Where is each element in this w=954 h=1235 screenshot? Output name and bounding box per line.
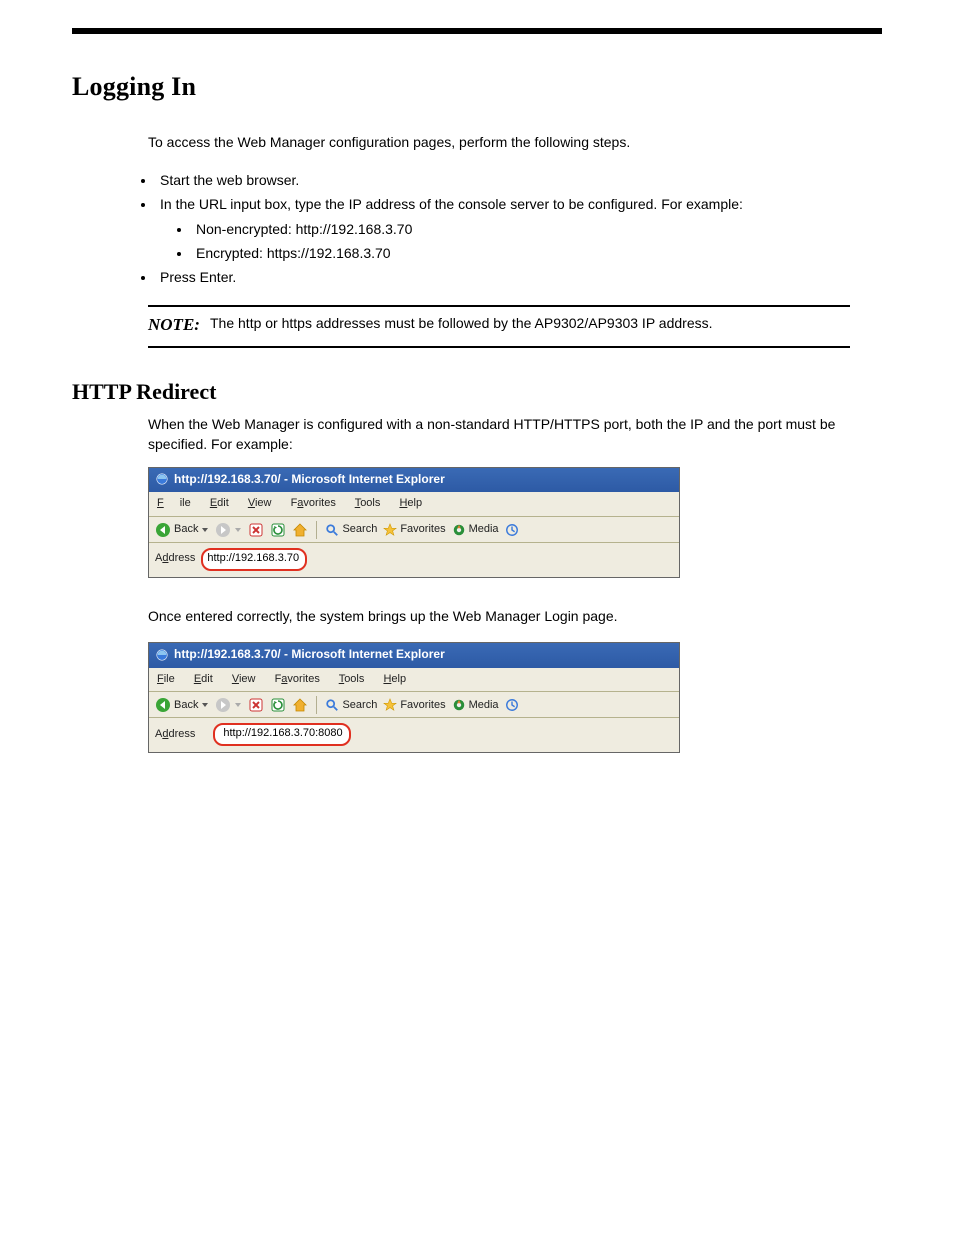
forward-button[interactable] bbox=[215, 522, 242, 538]
menu-favorites[interactable]: Favorites bbox=[291, 497, 336, 509]
favorites-button[interactable]: Favorites bbox=[383, 698, 445, 714]
browser-screenshot-2: http://192.168.3.70/ - Microsoft Interne… bbox=[148, 642, 680, 753]
search-label: Search bbox=[342, 698, 377, 714]
toolbar-separator bbox=[316, 696, 317, 714]
back-label: Back bbox=[174, 522, 198, 538]
section-paragraph-2: Once entered correctly, the system bring… bbox=[72, 606, 882, 626]
address-label: Address bbox=[155, 727, 195, 743]
menu-bar: File Edit View Favorites Tools Help bbox=[149, 492, 679, 517]
search-label: Search bbox=[342, 522, 377, 538]
list-item-text: In the URL input box, type the IP addres… bbox=[160, 196, 743, 212]
menu-edit[interactable]: Edit bbox=[210, 497, 229, 509]
browser-screenshot-1: http://192.168.3.70/ - Microsoft Interne… bbox=[148, 467, 680, 578]
address-bar: Address http://192.168.3.70:8080 bbox=[149, 718, 679, 752]
stop-button[interactable] bbox=[248, 522, 264, 538]
address-url[interactable]: http://192.168.3.70 bbox=[207, 551, 299, 567]
menu-favorites[interactable]: Favorites bbox=[275, 673, 320, 685]
window-title-text: http://192.168.3.70/ - Microsoft Interne… bbox=[174, 646, 445, 663]
menu-edit[interactable]: Edit bbox=[194, 673, 213, 685]
horizontal-rule bbox=[72, 28, 882, 34]
note-block: NOTE: The http or https addresses must b… bbox=[148, 305, 850, 348]
history-button[interactable] bbox=[505, 698, 519, 712]
note-label: NOTE: bbox=[148, 306, 210, 347]
list-item: In the URL input box, type the IP addres… bbox=[156, 194, 882, 263]
note-text: The http or https addresses must be foll… bbox=[210, 306, 850, 347]
section-paragraph: When the Web Manager is configured with … bbox=[72, 414, 882, 455]
refresh-button[interactable] bbox=[270, 522, 286, 538]
favorites-label: Favorites bbox=[400, 698, 445, 714]
menu-bar: File Edit View Favorites Tools Help bbox=[149, 668, 679, 693]
list-item: Encrypted: https://192.168.3.70 bbox=[192, 243, 882, 263]
menu-view[interactable]: View bbox=[248, 497, 272, 509]
media-button[interactable]: Media bbox=[452, 522, 499, 538]
favorites-label: Favorites bbox=[400, 522, 445, 538]
toolbar: Back Search Favorites bbox=[149, 692, 679, 718]
list-item: Press Enter. bbox=[156, 267, 882, 287]
media-label: Media bbox=[469, 522, 499, 538]
address-label: Address bbox=[155, 551, 195, 567]
address-highlight: http://192.168.3.70:8080 bbox=[213, 723, 350, 746]
menu-help[interactable]: Help bbox=[383, 673, 406, 685]
toolbar: Back Search Favorites bbox=[149, 517, 679, 543]
media-button[interactable]: Media bbox=[452, 698, 499, 714]
favorites-button[interactable]: Favorites bbox=[383, 522, 445, 538]
address-url[interactable]: http://192.168.3.70:8080 bbox=[223, 726, 342, 742]
list-item-text: Start the web browser. bbox=[160, 172, 299, 188]
address-bar: Address http://192.168.3.70 bbox=[149, 543, 679, 577]
search-button[interactable]: Search bbox=[325, 698, 377, 714]
stop-button[interactable] bbox=[248, 697, 264, 713]
menu-view[interactable]: View bbox=[232, 673, 256, 685]
toolbar-separator bbox=[316, 521, 317, 539]
sub-list: Non-encrypted: http://192.168.3.70 Encry… bbox=[160, 219, 882, 264]
home-button[interactable] bbox=[292, 697, 308, 713]
list-item: Non-encrypted: http://192.168.3.70 bbox=[192, 219, 882, 239]
menu-help[interactable]: Help bbox=[399, 497, 422, 509]
forward-button[interactable] bbox=[215, 697, 242, 713]
section-heading: HTTP Redirect bbox=[72, 376, 882, 408]
list-item-text: Encrypted: https://192.168.3.70 bbox=[196, 245, 391, 261]
window-title-bar: http://192.168.3.70/ - Microsoft Interne… bbox=[149, 643, 679, 667]
page-heading: Logging In bbox=[72, 68, 882, 106]
home-button[interactable] bbox=[292, 522, 308, 538]
document-page: Logging In To access the Web Manager con… bbox=[0, 0, 954, 817]
back-button[interactable]: Back bbox=[155, 522, 209, 538]
menu-file[interactable]: File bbox=[157, 673, 175, 685]
refresh-button[interactable] bbox=[270, 697, 286, 713]
internet-explorer-icon bbox=[155, 648, 169, 662]
window-title-bar: http://192.168.3.70/ - Microsoft Interne… bbox=[149, 468, 679, 492]
search-button[interactable]: Search bbox=[325, 522, 377, 538]
menu-file[interactable]: File bbox=[157, 497, 191, 509]
menu-tools[interactable]: Tools bbox=[355, 497, 381, 509]
internet-explorer-icon bbox=[155, 472, 169, 486]
steps-list: Start the web browser. In the URL input … bbox=[72, 170, 882, 287]
list-item-text: Non-encrypted: http://192.168.3.70 bbox=[196, 221, 412, 237]
back-label: Back bbox=[174, 698, 198, 714]
window-title-text: http://192.168.3.70/ - Microsoft Interne… bbox=[174, 471, 445, 488]
list-item: Start the web browser. bbox=[156, 170, 882, 190]
intro-paragraph: To access the Web Manager configuration … bbox=[72, 132, 882, 152]
menu-tools[interactable]: Tools bbox=[339, 673, 365, 685]
back-button[interactable]: Back bbox=[155, 697, 209, 713]
address-highlight: http://192.168.3.70 bbox=[201, 548, 307, 571]
history-button[interactable] bbox=[505, 523, 519, 537]
list-item-text: Press Enter. bbox=[160, 269, 236, 285]
media-label: Media bbox=[469, 698, 499, 714]
